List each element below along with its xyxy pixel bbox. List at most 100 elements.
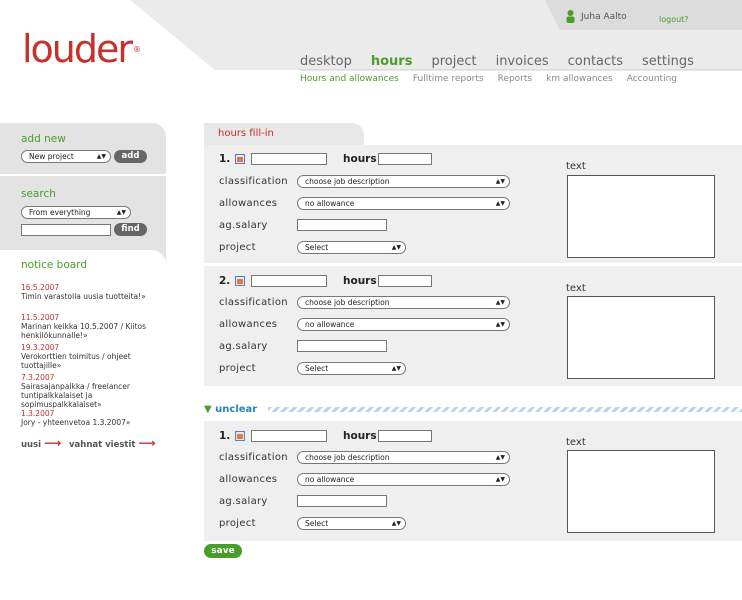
project-label: project: [219, 242, 256, 253]
unclear-entry-block-1: 1. hours classification choose job descr…: [204, 421, 742, 541]
allowance-value: no allowance: [305, 475, 355, 484]
project-select[interactable]: Select ▲▼: [297, 362, 406, 375]
user-name: Juha Aalto: [581, 11, 627, 22]
classification-value: choose job description: [305, 453, 390, 462]
select-arrows-icon: ▲▼: [495, 299, 505, 306]
subnav-hours-and-allowances[interactable]: Hours and allowances: [300, 74, 399, 84]
search-title: search: [21, 188, 56, 200]
search-scope-value: From everything: [29, 208, 91, 217]
project-label: project: [219, 363, 256, 374]
ag-salary-label: ag.salary: [219, 341, 268, 352]
sidebar: add new New project ▲▼ add search From ev…: [0, 123, 166, 454]
logo-registered-mark: ®: [133, 45, 142, 54]
allowance-select[interactable]: no allowance ▲▼: [297, 318, 510, 331]
find-button[interactable]: find: [114, 223, 147, 236]
entry-number: 2.: [219, 275, 231, 287]
notice-item[interactable]: 19.3.2007 Verokorttien toimitus / ohjeet …: [21, 343, 151, 370]
allowance-value: no allowance: [305, 320, 355, 329]
search-scope-select[interactable]: From everything ▲▼: [21, 206, 131, 219]
ag-salary-label: ag.salary: [219, 220, 268, 231]
classification-select[interactable]: choose job description ▲▼: [297, 175, 510, 188]
logout-link[interactable]: logout?: [659, 15, 689, 24]
ag-salary-label: ag.salary: [219, 496, 268, 507]
classification-select[interactable]: choose job description ▲▼: [297, 296, 510, 309]
allowance-select[interactable]: no allowance ▲▼: [297, 197, 510, 210]
text-area[interactable]: [567, 450, 715, 533]
notice-date: 7.3.2007: [21, 373, 55, 382]
text-area[interactable]: [567, 175, 715, 258]
hours-input[interactable]: [378, 275, 432, 287]
select-arrows-icon: ▲▼: [495, 200, 505, 207]
project-value: Select: [305, 243, 329, 252]
new-notice-label: uusi: [21, 440, 42, 450]
hours-input[interactable]: [378, 153, 432, 165]
nav-desktop[interactable]: desktop: [300, 54, 352, 69]
unclear-toggle[interactable]: ▼ unclear: [204, 404, 257, 415]
entry-block-2: 2. hours classification choose job descr…: [204, 266, 742, 386]
notice-date: 11.5.2007: [21, 313, 60, 322]
classification-select[interactable]: choose job description ▲▼: [297, 451, 510, 464]
date-input[interactable]: [251, 275, 327, 287]
calendar-icon[interactable]: [235, 276, 245, 286]
calendar-icon[interactable]: [235, 431, 245, 441]
select-arrows-icon: ▲▼: [116, 209, 126, 216]
user-icon: [566, 10, 575, 23]
select-arrows-icon: ▲▼: [391, 365, 401, 372]
nav-settings[interactable]: settings: [642, 54, 694, 69]
notice-date: 16.5.2007: [21, 283, 60, 292]
allowances-label: allowances: [219, 198, 278, 209]
new-type-select[interactable]: New project ▲▼: [21, 150, 111, 163]
nav-contacts[interactable]: contacts: [568, 54, 623, 69]
subnav-km-allowances[interactable]: km allowances: [546, 74, 613, 84]
select-arrows-icon: ▲▼: [495, 178, 505, 185]
subnav-reports[interactable]: Reports: [498, 74, 533, 84]
louder-logo[interactable]: louder ®: [22, 30, 141, 68]
new-notice-link[interactable]: uusi ⟶: [21, 436, 61, 450]
sidebar-divider: [0, 174, 166, 176]
project-select[interactable]: Select ▲▼: [297, 517, 406, 530]
subnav-fulltime-reports[interactable]: Fulltime reports: [413, 74, 484, 84]
search-input[interactable]: [21, 224, 111, 236]
ag-salary-input[interactable]: [297, 340, 387, 352]
select-arrows-icon: ▲▼: [495, 321, 505, 328]
classification-label: classification: [219, 452, 288, 463]
date-input[interactable]: [251, 430, 327, 442]
new-type-select-value: New project: [29, 152, 74, 161]
classification-label: classification: [219, 297, 288, 308]
allowance-select[interactable]: no allowance ▲▼: [297, 473, 510, 486]
nav-project[interactable]: project: [431, 54, 476, 69]
select-arrows-icon: ▲▼: [391, 244, 401, 251]
subnav-accounting[interactable]: Accounting: [627, 74, 677, 84]
nav-invoices[interactable]: invoices: [496, 54, 549, 69]
notice-item[interactable]: 7.3.2007 Sairasajanpalkka / freelancer tu…: [21, 373, 151, 409]
ag-salary-input[interactable]: [297, 219, 387, 231]
classification-value: choose job description: [305, 177, 390, 186]
hours-fill-in-tab: hours fill-in: [204, 123, 364, 145]
calendar-icon[interactable]: [235, 154, 245, 164]
entry-number: 1.: [219, 153, 231, 165]
arrow-right-icon: ⟶: [44, 436, 62, 450]
hours-label: hours: [343, 275, 377, 287]
save-button[interactable]: save: [204, 544, 242, 558]
ag-salary-input[interactable]: [297, 495, 387, 507]
notice-item[interactable]: 1.3.2007 Jory - yhteenvetoa 1.3.2007»: [21, 409, 151, 427]
select-arrows-icon: ▲▼: [391, 520, 401, 527]
text-label: text: [566, 437, 586, 448]
notice-text: Jory - yhteenvetoa 1.3.2007»: [21, 418, 131, 427]
text-area[interactable]: [567, 296, 715, 379]
old-notices-link[interactable]: vahnat viestit ⟶: [69, 436, 156, 450]
notice-item[interactable]: 11.5.2007 Marinan keikka 10.5.2007 / Kiit…: [21, 313, 151, 340]
add-button[interactable]: add: [114, 150, 147, 163]
old-notices-label: vahnat viestit: [69, 440, 136, 450]
project-select[interactable]: Select ▲▼: [297, 241, 406, 254]
project-label: project: [219, 518, 256, 529]
date-input[interactable]: [251, 153, 327, 165]
triangle-down-icon: ▼: [204, 404, 216, 415]
nav-hours[interactable]: hours: [371, 54, 413, 69]
hours-input[interactable]: [378, 430, 432, 442]
allowances-label: allowances: [219, 319, 278, 330]
notice-item[interactable]: 16.5.2007 Timin varastolla uusia tuotteit…: [21, 283, 151, 301]
notice-text: Marinan keikka 10.5.2007 / Kiitos henkil…: [21, 322, 147, 340]
entry-number: 1.: [219, 430, 231, 442]
select-arrows-icon: ▲▼: [495, 476, 505, 483]
